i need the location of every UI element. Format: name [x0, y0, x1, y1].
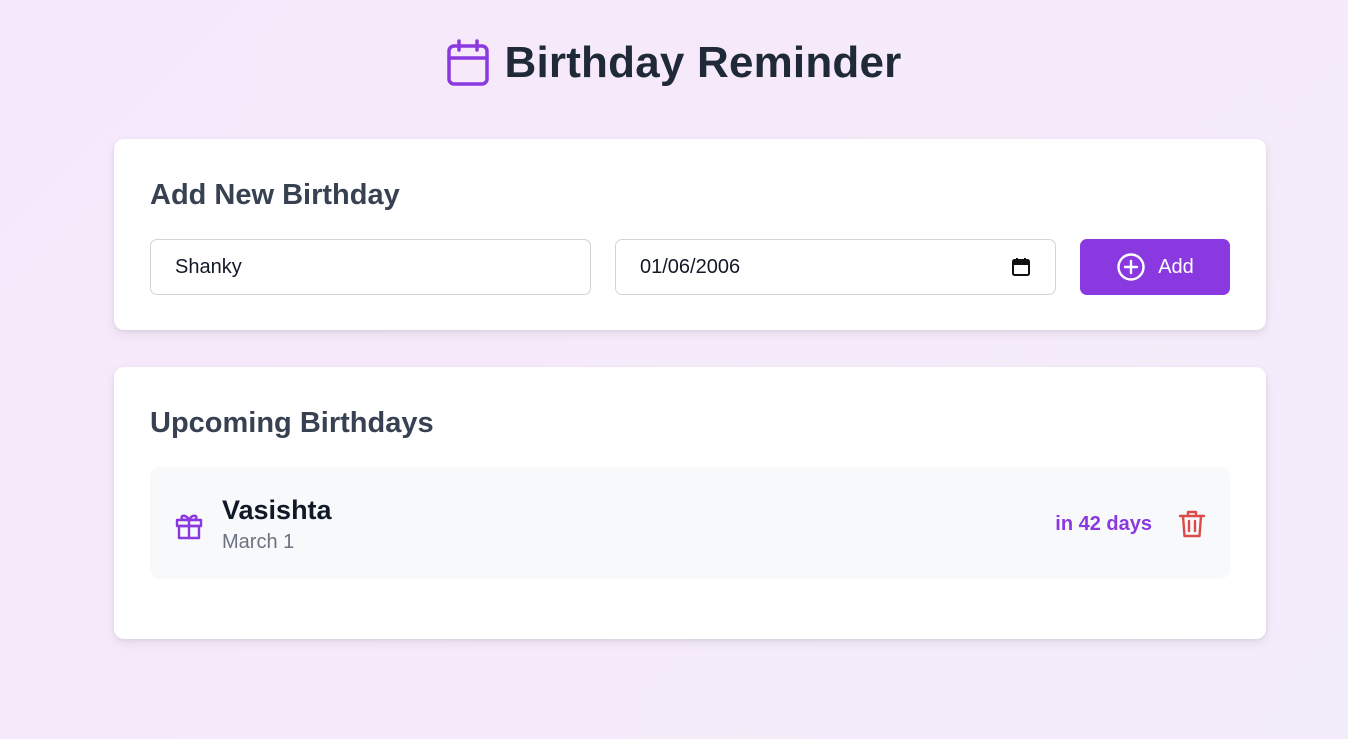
name-input[interactable]: Shanky [150, 239, 591, 295]
birthday-date: March 1 [222, 531, 295, 553]
plus-circle-icon [1117, 253, 1145, 281]
upcoming-birthdays-card: Upcoming Birthdays Vasishta March 1 in 4… [114, 367, 1266, 639]
page-title: Birthday Reminder [504, 38, 902, 87]
add-button[interactable]: Add [1080, 239, 1230, 295]
add-button-label: Add [1158, 255, 1194, 278]
date-input-value: 01/06/2006 [640, 255, 741, 278]
calendar-icon [447, 39, 490, 86]
days-until-badge: in 42 days [1055, 513, 1152, 535]
add-birthday-heading: Add New Birthday [150, 179, 400, 211]
trash-icon[interactable] [1178, 509, 1206, 539]
gift-icon [175, 514, 203, 540]
calendar-picker-icon[interactable] [1011, 257, 1031, 277]
birthday-person-name: Vasishta [222, 495, 332, 525]
birthday-list-item: Vasishta March 1 in 42 days [150, 467, 1230, 579]
add-birthday-card: Add New Birthday Shanky 01/06/2006 Add [114, 139, 1266, 330]
name-input-value: Shanky [175, 255, 242, 278]
upcoming-heading: Upcoming Birthdays [150, 407, 434, 439]
date-input[interactable]: 01/06/2006 [615, 239, 1056, 295]
page-header: Birthday Reminder [0, 38, 1348, 88]
